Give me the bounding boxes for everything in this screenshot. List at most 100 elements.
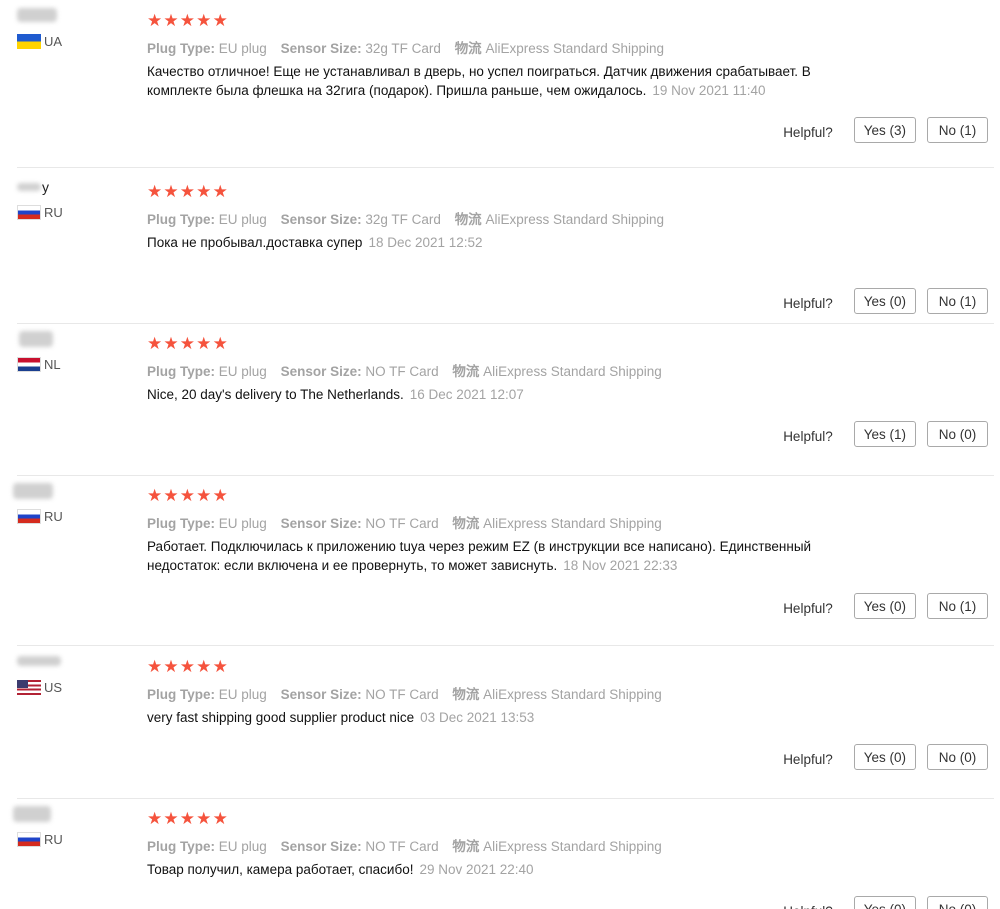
helpful-label: Helpful?: [783, 428, 833, 444]
star-rating: ★★★★★: [147, 658, 229, 676]
review-date: 19 Nov 2021 11:40: [652, 83, 766, 98]
shipping-label: 物流: [454, 212, 482, 227]
buyer-name: y: [17, 179, 59, 195]
vote-yes-button[interactable]: Yes (3): [853, 117, 916, 143]
flag-icon: [17, 204, 41, 220]
star-icon: ★: [179, 11, 196, 30]
blurred-name: [17, 656, 61, 666]
star-icon: ★: [196, 182, 212, 201]
helpful-label: Helpful?: [783, 295, 833, 311]
vote-yes-button[interactable]: Yes (1): [853, 421, 916, 447]
blurred-name: [13, 806, 51, 822]
star-icon: ★: [147, 809, 163, 828]
review-attributes: Plug Type: EU plug Sensor Size: NO TF Ca…: [147, 835, 672, 855]
star-icon: ★: [212, 809, 228, 828]
country-code: UA: [44, 33, 63, 49]
blurred-name: [17, 183, 41, 191]
vote-no-button[interactable]: No (1): [927, 117, 988, 143]
vote-yes-button[interactable]: Yes (0): [853, 744, 916, 770]
buyer-country: UA: [17, 33, 62, 49]
flag-icon: [17, 508, 41, 524]
blurred-name: [17, 8, 57, 22]
star-icon: ★: [179, 657, 196, 676]
review-date: 29 Nov 2021 22:40: [419, 862, 534, 877]
sensor-size-label: Sensor Size:: [280, 516, 362, 531]
review-attributes: Plug Type: EU plug Sensor Size: 32g TF C…: [147, 208, 674, 228]
star-icon: ★: [212, 182, 228, 201]
star-rating: ★★★★★: [147, 810, 229, 828]
vote-no-button[interactable]: No (0): [927, 744, 988, 770]
shipping-value: AliExpress Standard Shipping: [483, 687, 662, 702]
buyer-country: RU: [17, 508, 63, 524]
country-code: NL: [44, 356, 61, 372]
shipping-value: AliExpress Standard Shipping: [485, 41, 665, 56]
helpful-label: Helpful?: [783, 904, 833, 909]
plug-type-value: EU plug: [218, 516, 267, 531]
sensor-size-label: Sensor Size:: [280, 839, 362, 854]
shipping-label: 物流: [454, 41, 482, 56]
flag-icon: [17, 356, 41, 372]
vote-no-button[interactable]: No (1): [927, 593, 988, 619]
sensor-size-value: NO TF Card: [365, 516, 439, 531]
review-text: Работает. Подключилась к приложению tuya…: [147, 539, 812, 573]
helpful-votes: Helpful? Yes (0) No (0): [783, 896, 988, 909]
review-text: Пока не пробывал.доставка супер: [147, 235, 363, 250]
review-attributes: Plug Type: EU plug Sensor Size: NO TF Ca…: [147, 683, 672, 703]
plug-type-value: EU plug: [218, 364, 267, 379]
flag-icon: [17, 679, 41, 695]
sensor-size-value: NO TF Card: [365, 839, 439, 854]
shipping-label: 物流: [452, 364, 480, 379]
helpful-votes: Helpful? Yes (3) No (1): [783, 117, 988, 143]
star-icon: ★: [147, 334, 163, 353]
buyer-country: NL: [17, 356, 61, 372]
shipping-label: 物流: [452, 839, 480, 854]
vote-no-button[interactable]: No (1): [927, 288, 988, 314]
star-icon: ★: [163, 657, 179, 676]
plug-type-label: Plug Type:: [147, 839, 216, 854]
review-date: 18 Dec 2021 12:52: [368, 235, 483, 250]
helpful-label: Helpful?: [783, 600, 833, 616]
shipping-value: AliExpress Standard Shipping: [483, 364, 662, 379]
plug-type-value: EU plug: [218, 687, 267, 702]
helpful-label: Helpful?: [783, 751, 833, 767]
star-icon: ★: [163, 334, 179, 353]
plug-type-value: EU plug: [218, 839, 267, 854]
review-attributes: Plug Type: EU plug Sensor Size: NO TF Ca…: [147, 360, 672, 380]
vote-yes-button[interactable]: Yes (0): [853, 288, 916, 314]
buyer-name: [13, 806, 59, 822]
helpful-votes: Helpful? Yes (0) No (0): [783, 744, 988, 770]
star-icon: ★: [163, 809, 179, 828]
star-icon: ★: [163, 11, 179, 30]
review-date: 18 Nov 2021 22:33: [563, 558, 678, 573]
sensor-size-value: NO TF Card: [365, 364, 439, 379]
review-divider: [17, 798, 994, 799]
review-date: 16 Dec 2021 12:07: [409, 387, 524, 402]
review-body: very fast shipping good supplier product…: [147, 708, 867, 727]
vote-no-button[interactable]: No (0): [927, 421, 988, 447]
buyer-name-tail: y: [42, 179, 49, 195]
plug-type-value: EU plug: [218, 212, 267, 227]
sensor-size-value: 32g TF Card: [365, 41, 441, 56]
plug-type-label: Plug Type:: [147, 516, 216, 531]
buyer-country: RU: [17, 831, 63, 847]
star-rating: ★★★★★: [147, 487, 229, 505]
vote-yes-button[interactable]: Yes (0): [853, 896, 916, 909]
vote-yes-button[interactable]: Yes (0): [853, 593, 916, 619]
review-date: 03 Dec 2021 13:53: [420, 710, 535, 725]
buyer-name: [17, 654, 61, 670]
buyer-country: US: [17, 679, 62, 695]
star-icon: ★: [179, 182, 196, 201]
star-icon: ★: [179, 334, 196, 353]
star-icon: ★: [179, 486, 196, 505]
vote-no-button[interactable]: No (0): [927, 896, 988, 909]
flag-icon: [17, 33, 41, 49]
plug-type-label: Plug Type:: [147, 687, 216, 702]
star-icon: ★: [196, 657, 212, 676]
country-code: RU: [44, 831, 63, 847]
shipping-label: 物流: [452, 687, 480, 702]
shipping-value: AliExpress Standard Shipping: [483, 839, 662, 854]
star-rating: ★★★★★: [147, 335, 229, 353]
sensor-size-label: Sensor Size:: [280, 687, 362, 702]
star-icon: ★: [147, 657, 163, 676]
sensor-size-label: Sensor Size:: [280, 41, 362, 56]
